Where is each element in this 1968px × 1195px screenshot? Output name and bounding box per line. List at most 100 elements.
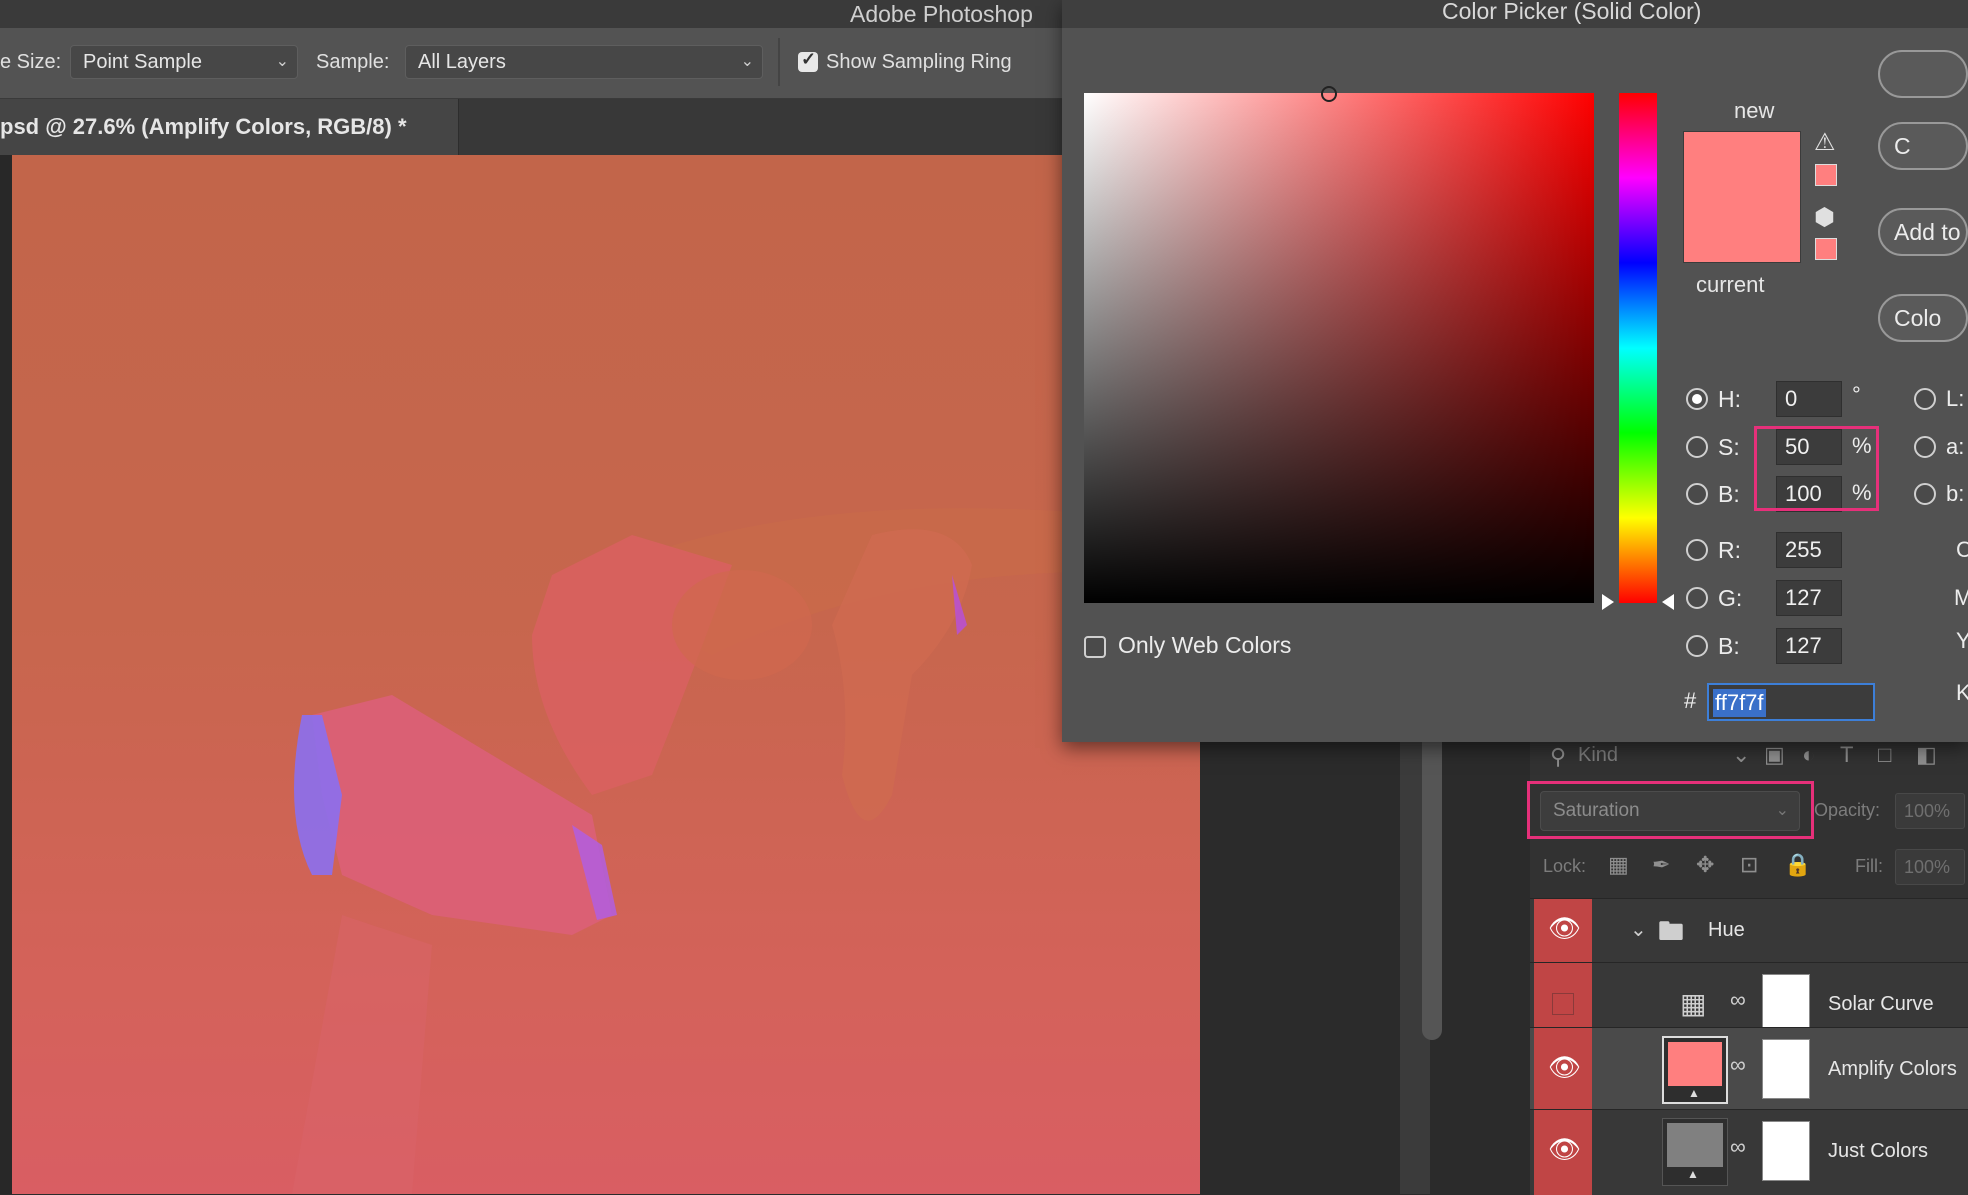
current-color-label: current (1696, 272, 1765, 297)
saturation-brightness-field[interactable] (1084, 93, 1594, 603)
web-safe-color-swatch[interactable] (1815, 238, 1837, 260)
chevron-down-icon: ⌄ (740, 53, 754, 70)
saturation-radio[interactable] (1686, 436, 1708, 458)
opacity-input[interactable]: 100% (1895, 793, 1965, 829)
green-input[interactable]: 127 (1776, 580, 1842, 616)
hue-input[interactable]: 0 (1776, 381, 1842, 417)
layer-row-hue[interactable]: 👁 ⌄ 🖿 Hue (1530, 898, 1968, 963)
layer-thumbnail[interactable]: ▲ (1662, 1118, 1728, 1186)
type-filter-icon[interactable]: T (1840, 742, 1853, 768)
layer-row-just-colors[interactable]: 👁 ▲ ∞ Just Colors (1530, 1109, 1968, 1195)
curves-adjustment-icon: ▦ (1680, 988, 1707, 1019)
lock-artboard-icon[interactable]: ⊡ (1740, 852, 1758, 878)
opacity-label: Opacity: (1814, 800, 1881, 820)
fill-label: Fill: (1855, 856, 1883, 876)
gamut-color-swatch[interactable] (1815, 164, 1837, 186)
color-picker-dialog: Color Picker (Solid Color) Only Web Colo… (1062, 0, 1968, 742)
layer-mask-thumbnail[interactable] (1762, 1121, 1810, 1181)
lock-position-icon[interactable]: ✥ (1696, 852, 1714, 878)
saturation-label: S: (1718, 434, 1740, 460)
layer-row-amplify-colors[interactable]: 👁 ▲ ∞ Amplify Colors (1530, 1027, 1968, 1110)
smart-object-filter-icon[interactable]: ◧ (1916, 742, 1937, 768)
add-to-swatches-button[interactable]: Add to (1878, 208, 1968, 256)
layer-thumbnail[interactable]: ▲ (1662, 1036, 1728, 1104)
show-sampling-ring-label: Show Sampling Ring (826, 51, 1012, 73)
lab-l-radio[interactable] (1914, 388, 1936, 410)
lab-b-label: b: (1946, 481, 1965, 506)
eye-icon: 👁 (1548, 1134, 1582, 1164)
adjustment-filter-icon[interactable]: ◐ (1802, 742, 1815, 768)
visibility-toggle[interactable]: 👁 (1534, 1110, 1592, 1195)
lock-transparent-pixels-icon[interactable]: ▦ (1608, 852, 1629, 878)
lock-label: Lock: (1543, 856, 1587, 876)
chevron-down-icon[interactable]: ⌄ (1630, 917, 1647, 942)
canvas-image (292, 495, 1200, 1194)
sample-size-label: e Size: (0, 51, 62, 73)
lock-all-icon[interactable]: 🔒 (1784, 852, 1811, 878)
sample-size-dropdown[interactable]: Point Sample ⌄ (70, 45, 298, 79)
only-web-colors-label: Only Web Colors (1118, 632, 1292, 658)
blue-radio[interactable] (1686, 635, 1708, 657)
lab-b-radio[interactable] (1914, 483, 1936, 505)
hue-slider-bar[interactable] (1619, 93, 1657, 603)
link-icon: ∞ (1730, 1134, 1746, 1159)
document-canvas[interactable] (12, 155, 1200, 1194)
options-divider (778, 38, 780, 86)
only-web-colors-checkbox[interactable] (1084, 636, 1106, 658)
fill-layer-icon: ▲ (1687, 1167, 1699, 1181)
hue-slider-left-arrow[interactable] (1602, 594, 1614, 610)
green-radio[interactable] (1686, 587, 1708, 609)
web-safe-cube-icon[interactable]: ⬢ (1814, 203, 1835, 232)
layer-name: Just Colors (1828, 1140, 1929, 1162)
sample-size-value: Point Sample (83, 51, 202, 73)
cmyk-k-label: K (1956, 680, 1968, 705)
hue-radio[interactable] (1686, 388, 1708, 410)
visibility-toggle[interactable]: 👁 (1534, 1028, 1592, 1110)
ok-button[interactable] (1878, 50, 1968, 98)
layer-name: Amplify Colors (1828, 1058, 1957, 1080)
fill-input[interactable]: 100% (1895, 849, 1965, 885)
hex-label: # (1684, 688, 1697, 713)
color-selection-ring[interactable] (1321, 86, 1337, 102)
sample-value: All Layers (418, 51, 506, 73)
sample-label: Sample: (316, 51, 390, 73)
brightness-label: B: (1718, 481, 1740, 507)
new-current-color-swatch[interactable] (1683, 131, 1801, 263)
search-icon: ⚲ (1550, 744, 1567, 769)
brightness-radio[interactable] (1686, 483, 1708, 505)
blue-label: B: (1718, 633, 1740, 659)
cmyk-m-label: M (1954, 585, 1968, 610)
lock-image-pixels-icon[interactable]: ✒ (1652, 852, 1670, 878)
green-label: G: (1718, 585, 1743, 611)
hue-slider-right-arrow[interactable] (1662, 594, 1674, 610)
fill-color-swatch (1667, 1123, 1723, 1167)
app-title: Adobe Photoshop (850, 1, 1033, 27)
document-tab[interactable]: psd @ 27.6% (Amplify Colors, RGB/8) * (0, 99, 459, 155)
layer-mask-thumbnail[interactable] (1762, 1039, 1810, 1099)
red-label: R: (1718, 537, 1741, 563)
red-input[interactable]: 255 (1776, 532, 1842, 568)
fill-layer-icon: ▲ (1688, 1086, 1700, 1100)
lab-a-radio[interactable] (1914, 436, 1936, 458)
filter-kind-label[interactable]: Kind (1578, 744, 1618, 767)
pixel-filter-icon[interactable]: ▣ (1764, 742, 1785, 768)
new-color-label: new (1734, 98, 1775, 123)
hue-label: H: (1718, 386, 1741, 412)
visibility-toggle[interactable]: 👁 (1534, 899, 1592, 963)
shape-filter-icon[interactable]: □ (1878, 742, 1891, 768)
panel-scroll-thumb[interactable] (1422, 720, 1442, 1040)
color-libraries-button[interactable]: Colo (1878, 294, 1968, 342)
layer-mask-thumbnail[interactable] (1762, 974, 1810, 1034)
blue-input[interactable]: 127 (1776, 628, 1842, 664)
out-of-gamut-warning-icon[interactable]: ⚠ (1814, 128, 1836, 157)
chevron-down-icon: ⌄ (1732, 742, 1751, 767)
lab-l-label: L: (1946, 386, 1965, 411)
empty-visibility-box (1552, 993, 1574, 1015)
red-radio[interactable] (1686, 539, 1708, 561)
show-sampling-ring-checkbox[interactable] (798, 49, 818, 72)
link-icon: ∞ (1730, 1052, 1746, 1077)
cancel-button[interactable]: C (1878, 122, 1968, 170)
hex-input[interactable]: ff7f7f (1707, 683, 1875, 721)
sample-dropdown[interactable]: All Layers ⌄ (405, 45, 763, 79)
link-icon: ∞ (1730, 987, 1746, 1012)
